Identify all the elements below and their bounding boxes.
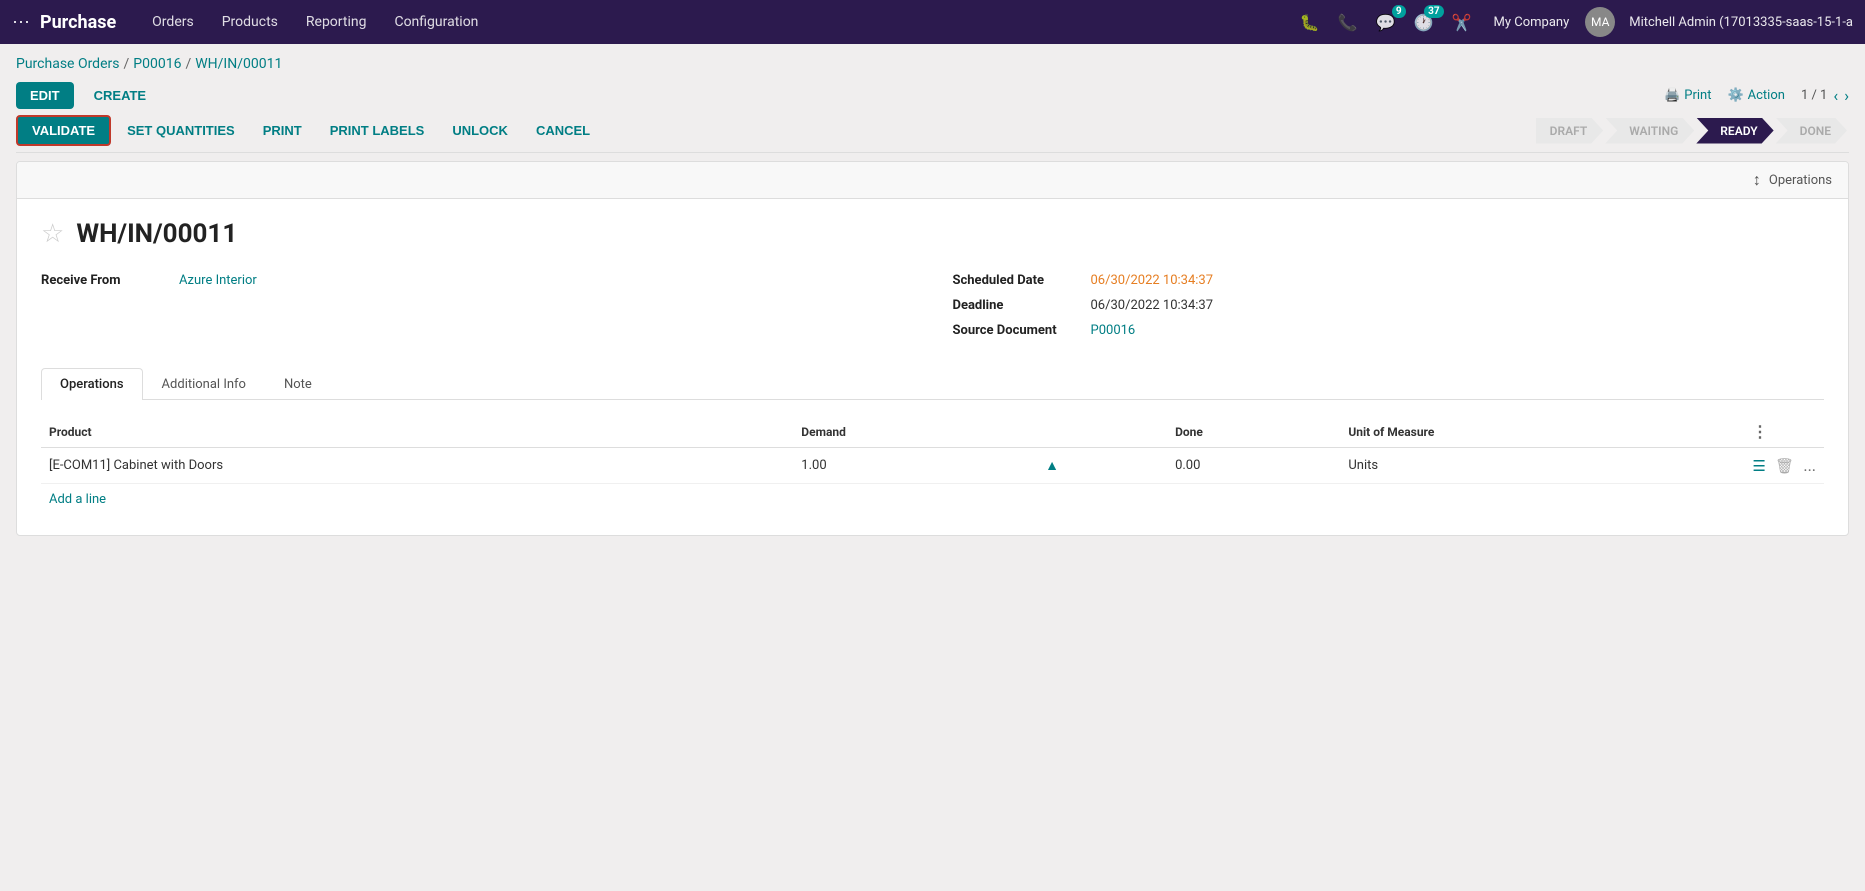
avatar[interactable]: MA [1585,7,1615,37]
pagination-prev[interactable]: ‹ [1833,86,1838,105]
scheduled-date-label: Scheduled Date [953,273,1083,288]
top-navigation: ⋯ Purchase Orders Products Reporting Con… [0,0,1865,44]
col-uom: Unit of Measure [1340,416,1744,448]
source-doc-value[interactable]: P00016 [1091,323,1136,338]
print-button[interactable]: 🖨️ Print [1664,88,1711,103]
row-delete-icon[interactable]: 🗑 [1775,457,1794,475]
col-forecast [1033,416,1167,448]
operations-table: Product Demand Done Unit of Measure ⋮ [E… [41,416,1824,484]
print-button-2[interactable]: PRINT [251,117,314,144]
nav-item-orders[interactable]: Orders [140,8,206,36]
scheduled-date-value[interactable]: 06/30/2022 10:34:37 [1091,273,1214,288]
deadline-value[interactable]: 06/30/2022 10:34:37 [1091,298,1214,313]
done-value: 0.00 [1175,458,1200,473]
uom-cell: Units [1340,448,1744,484]
breadcrumb-sep-1: / [123,56,129,72]
deadline-field: Deadline 06/30/2022 10:34:37 [953,298,1825,313]
source-doc-field: Source Document P00016 [953,323,1825,338]
fields-right: Scheduled Date 06/30/2022 10:34:37 Deadl… [953,273,1825,348]
main-content: Purchase Orders / P00016 / WH/IN/00011 E… [0,44,1865,548]
unlock-button[interactable]: UNLOCK [440,117,520,144]
clock-badge: 37 [1424,5,1443,18]
status-waiting[interactable]: WAITING [1605,118,1694,144]
receive-from-label: Receive From [41,273,171,288]
nav-menu: Orders Products Reporting Configuration [140,8,1296,36]
phone-icon[interactable]: 📞 [1334,9,1362,36]
ops-sidebar: ↕ Operations [17,162,1848,199]
nav-item-reporting[interactable]: Reporting [294,8,379,36]
col-product: Product [41,416,793,448]
done-cell: 0.00 [1167,448,1340,484]
forecast-cell: ▲ [1033,448,1167,484]
receive-from-value[interactable]: Azure Interior [179,273,257,288]
scissors-icon[interactable]: ✂️ [1448,9,1476,36]
cancel-button[interactable]: CANCEL [524,117,602,144]
clock-icon[interactable]: 🕐 37 [1410,9,1438,36]
action-bar: VALIDATE SET QUANTITIES PRINT PRINT LABE… [16,115,1849,153]
scheduled-date-field: Scheduled Date 06/30/2022 10:34:37 [953,273,1825,288]
nav-item-configuration[interactable]: Configuration [382,8,490,36]
ops-sort-icon[interactable]: ↕ [1753,170,1761,190]
tabs-bar: Operations Additional Info Note [41,368,1824,400]
status-draft[interactable]: DRAFT [1536,118,1604,144]
forecast-chart-icon[interactable]: ▲ [1045,458,1059,474]
validate-button[interactable]: VALIDATE [16,115,111,146]
toolbar: EDIT CREATE 🖨️ Print ⚙️ Action 1 / 1 ‹ › [16,82,1849,109]
toolbar-right: 🖨️ Print ⚙️ Action 1 / 1 ‹ › [1664,86,1849,105]
product-cell: [E-COM11] Cabinet with Doors [41,448,793,484]
source-doc-label: Source Document [953,323,1083,338]
grid-icon[interactable]: ⋯ [12,12,30,33]
pagination-next[interactable]: › [1844,86,1849,105]
fields-left: Receive From Azure Interior [41,273,913,348]
tab-note[interactable]: Note [265,368,331,400]
row-detail-icon[interactable]: ☰ [1752,457,1765,475]
document-title: WH/IN/00011 [76,219,237,249]
chat-icon[interactable]: 💬 9 [1372,9,1400,36]
print-labels-button[interactable]: PRINT LABELS [318,117,437,144]
nav-item-products[interactable]: Products [210,8,290,36]
row-actions: ☰ 🗑 ... [1744,448,1824,484]
table-row: [E-COM11] Cabinet with Doors 1.00 ▲ 0.00 [41,448,1824,484]
pagination: 1 / 1 ‹ › [1801,86,1849,105]
document-header: ☆ WH/IN/00011 [41,219,1824,249]
deadline-label: Deadline [953,298,1083,313]
form-card: ↕ Operations ☆ WH/IN/00011 Receive From … [16,161,1849,536]
ops-sidebar-label: Operations [1769,173,1832,188]
tab-operations[interactable]: Operations [41,368,143,400]
user-name: Mitchell Admin (17013335-saas-15-1-a [1629,15,1853,30]
add-line-link[interactable]: Add a line [41,484,114,515]
breadcrumb-sep-2: / [185,56,191,72]
tab-additional-info[interactable]: Additional Info [143,368,265,400]
demand-cell: 1.00 [793,448,1033,484]
fields-section: Receive From Azure Interior Scheduled Da… [41,273,1824,348]
create-button[interactable]: CREATE [82,82,158,109]
breadcrumb: Purchase Orders / P00016 / WH/IN/00011 [16,56,1849,72]
breadcrumb-part-3[interactable]: WH/IN/00011 [195,56,282,72]
status-done[interactable]: DONE [1776,118,1847,144]
receive-from-field: Receive From Azure Interior [41,273,913,288]
col-demand: Demand [793,416,1033,448]
form-card-inner: ☆ WH/IN/00011 Receive From Azure Interio… [17,199,1848,535]
company-name[interactable]: My Company [1494,15,1570,30]
row-more-icon[interactable]: ... [1803,456,1816,475]
app-brand[interactable]: Purchase [40,12,116,33]
breadcrumb-part-2[interactable]: P00016 [133,56,181,72]
status-pipeline: DRAFT WAITING READY DONE [1536,118,1849,144]
uom-value: Units [1348,458,1378,473]
action-button[interactable]: ⚙️ Action [1727,88,1784,103]
edit-button[interactable]: EDIT [16,82,74,109]
nav-icons: 🐛 📞 💬 9 🕐 37 ✂️ My Company MA Mitchell A… [1296,7,1853,37]
favorite-star-icon[interactable]: ☆ [41,219,64,249]
status-ready[interactable]: READY [1696,118,1773,144]
demand-value: 1.00 [801,458,826,473]
product-name[interactable]: [E-COM11] Cabinet with Doors [49,458,223,473]
chat-badge: 9 [1392,5,1406,18]
col-done: Done [1167,416,1340,448]
breadcrumb-part-1[interactable]: Purchase Orders [16,56,119,72]
col-actions: ⋮ [1744,416,1824,448]
table-options-icon[interactable]: ⋮ [1752,422,1768,441]
bug-icon[interactable]: 🐛 [1296,9,1324,36]
pagination-text: 1 / 1 [1801,88,1827,103]
set-quantities-button[interactable]: SET QUANTITIES [115,117,247,144]
